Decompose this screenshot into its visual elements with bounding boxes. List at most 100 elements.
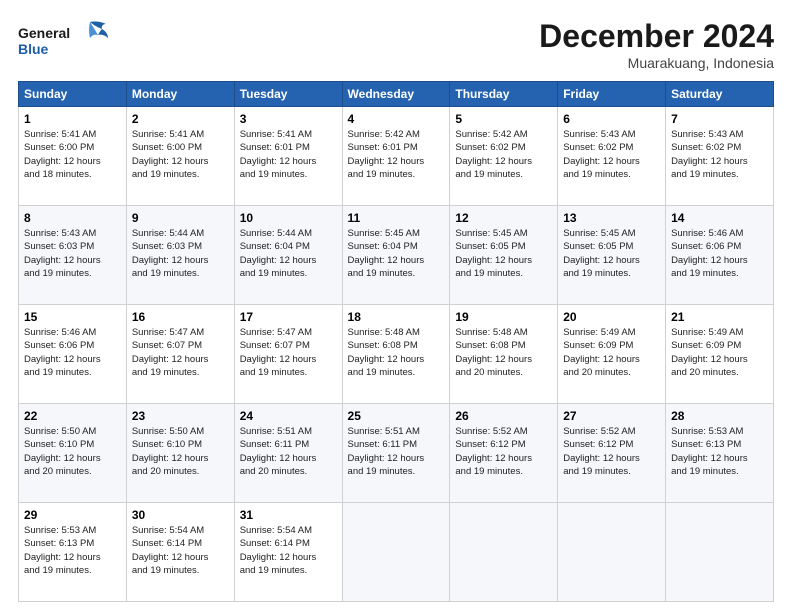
calendar-cell: 17Sunrise: 5:47 AMSunset: 6:07 PMDayligh… xyxy=(234,305,342,404)
day-number: 12 xyxy=(455,210,552,226)
calendar-cell: 31Sunrise: 5:54 AMSunset: 6:14 PMDayligh… xyxy=(234,503,342,602)
day-info: Sunrise: 5:51 AMSunset: 6:11 PMDaylight:… xyxy=(348,425,445,478)
calendar-cell: 2Sunrise: 5:41 AMSunset: 6:00 PMDaylight… xyxy=(126,107,234,206)
calendar-header-saturday: Saturday xyxy=(666,82,774,107)
calendar-cell: 6Sunrise: 5:43 AMSunset: 6:02 PMDaylight… xyxy=(558,107,666,206)
day-info: Sunrise: 5:52 AMSunset: 6:12 PMDaylight:… xyxy=(563,425,660,478)
day-number: 29 xyxy=(24,507,121,523)
day-info: Sunrise: 5:53 AMSunset: 6:13 PMDaylight:… xyxy=(24,524,121,577)
calendar-cell: 23Sunrise: 5:50 AMSunset: 6:10 PMDayligh… xyxy=(126,404,234,503)
day-number: 17 xyxy=(240,309,337,325)
day-info: Sunrise: 5:48 AMSunset: 6:08 PMDaylight:… xyxy=(348,326,445,379)
calendar-cell xyxy=(666,503,774,602)
calendar-cell: 12Sunrise: 5:45 AMSunset: 6:05 PMDayligh… xyxy=(450,206,558,305)
calendar-week-1: 1Sunrise: 5:41 AMSunset: 6:00 PMDaylight… xyxy=(19,107,774,206)
calendar-header-friday: Friday xyxy=(558,82,666,107)
calendar-table: SundayMondayTuesdayWednesdayThursdayFrid… xyxy=(18,81,774,602)
day-number: 19 xyxy=(455,309,552,325)
day-info: Sunrise: 5:49 AMSunset: 6:09 PMDaylight:… xyxy=(671,326,768,379)
calendar-cell: 10Sunrise: 5:44 AMSunset: 6:04 PMDayligh… xyxy=(234,206,342,305)
day-number: 2 xyxy=(132,111,229,127)
day-info: Sunrise: 5:50 AMSunset: 6:10 PMDaylight:… xyxy=(132,425,229,478)
calendar-week-3: 15Sunrise: 5:46 AMSunset: 6:06 PMDayligh… xyxy=(19,305,774,404)
day-info: Sunrise: 5:47 AMSunset: 6:07 PMDaylight:… xyxy=(240,326,337,379)
day-number: 30 xyxy=(132,507,229,523)
day-info: Sunrise: 5:54 AMSunset: 6:14 PMDaylight:… xyxy=(240,524,337,577)
calendar-cell: 13Sunrise: 5:45 AMSunset: 6:05 PMDayligh… xyxy=(558,206,666,305)
calendar-cell: 4Sunrise: 5:42 AMSunset: 6:01 PMDaylight… xyxy=(342,107,450,206)
day-info: Sunrise: 5:52 AMSunset: 6:12 PMDaylight:… xyxy=(455,425,552,478)
calendar-cell: 18Sunrise: 5:48 AMSunset: 6:08 PMDayligh… xyxy=(342,305,450,404)
svg-text:General: General xyxy=(18,25,70,41)
calendar-cell: 5Sunrise: 5:42 AMSunset: 6:02 PMDaylight… xyxy=(450,107,558,206)
calendar-cell: 19Sunrise: 5:48 AMSunset: 6:08 PMDayligh… xyxy=(450,305,558,404)
calendar-header-thursday: Thursday xyxy=(450,82,558,107)
day-number: 1 xyxy=(24,111,121,127)
day-info: Sunrise: 5:46 AMSunset: 6:06 PMDaylight:… xyxy=(671,227,768,280)
day-info: Sunrise: 5:47 AMSunset: 6:07 PMDaylight:… xyxy=(132,326,229,379)
calendar-header-monday: Monday xyxy=(126,82,234,107)
calendar-cell: 11Sunrise: 5:45 AMSunset: 6:04 PMDayligh… xyxy=(342,206,450,305)
day-info: Sunrise: 5:42 AMSunset: 6:01 PMDaylight:… xyxy=(348,128,445,181)
day-number: 15 xyxy=(24,309,121,325)
day-number: 7 xyxy=(671,111,768,127)
day-info: Sunrise: 5:41 AMSunset: 6:01 PMDaylight:… xyxy=(240,128,337,181)
calendar-cell: 8Sunrise: 5:43 AMSunset: 6:03 PMDaylight… xyxy=(19,206,127,305)
day-info: Sunrise: 5:45 AMSunset: 6:05 PMDaylight:… xyxy=(455,227,552,280)
calendar-cell: 22Sunrise: 5:50 AMSunset: 6:10 PMDayligh… xyxy=(19,404,127,503)
calendar-cell xyxy=(450,503,558,602)
calendar-header-wednesday: Wednesday xyxy=(342,82,450,107)
calendar-cell: 27Sunrise: 5:52 AMSunset: 6:12 PMDayligh… xyxy=(558,404,666,503)
calendar-cell: 3Sunrise: 5:41 AMSunset: 6:01 PMDaylight… xyxy=(234,107,342,206)
day-number: 28 xyxy=(671,408,768,424)
calendar-header-row: SundayMondayTuesdayWednesdayThursdayFrid… xyxy=(19,82,774,107)
logo-wordmark: General Blue xyxy=(18,18,118,71)
calendar-header-tuesday: Tuesday xyxy=(234,82,342,107)
day-number: 9 xyxy=(132,210,229,226)
calendar-cell: 16Sunrise: 5:47 AMSunset: 6:07 PMDayligh… xyxy=(126,305,234,404)
day-number: 11 xyxy=(348,210,445,226)
calendar-cell xyxy=(558,503,666,602)
page: General Blue December 2024 Muarakuang, I… xyxy=(0,0,792,612)
calendar-cell: 9Sunrise: 5:44 AMSunset: 6:03 PMDaylight… xyxy=(126,206,234,305)
calendar-cell: 24Sunrise: 5:51 AMSunset: 6:11 PMDayligh… xyxy=(234,404,342,503)
location: Muarakuang, Indonesia xyxy=(539,55,774,71)
header: General Blue December 2024 Muarakuang, I… xyxy=(18,18,774,71)
title-block: December 2024 Muarakuang, Indonesia xyxy=(539,18,774,71)
day-number: 4 xyxy=(348,111,445,127)
day-number: 10 xyxy=(240,210,337,226)
calendar-cell xyxy=(342,503,450,602)
calendar-cell: 20Sunrise: 5:49 AMSunset: 6:09 PMDayligh… xyxy=(558,305,666,404)
logo: General Blue xyxy=(18,18,118,71)
day-info: Sunrise: 5:48 AMSunset: 6:08 PMDaylight:… xyxy=(455,326,552,379)
day-number: 21 xyxy=(671,309,768,325)
day-info: Sunrise: 5:44 AMSunset: 6:04 PMDaylight:… xyxy=(240,227,337,280)
calendar-cell: 14Sunrise: 5:46 AMSunset: 6:06 PMDayligh… xyxy=(666,206,774,305)
day-number: 8 xyxy=(24,210,121,226)
day-number: 23 xyxy=(132,408,229,424)
day-info: Sunrise: 5:43 AMSunset: 6:02 PMDaylight:… xyxy=(671,128,768,181)
day-info: Sunrise: 5:41 AMSunset: 6:00 PMDaylight:… xyxy=(24,128,121,181)
month-title: December 2024 xyxy=(539,18,774,55)
day-info: Sunrise: 5:54 AMSunset: 6:14 PMDaylight:… xyxy=(132,524,229,577)
calendar-cell: 29Sunrise: 5:53 AMSunset: 6:13 PMDayligh… xyxy=(19,503,127,602)
calendar-week-4: 22Sunrise: 5:50 AMSunset: 6:10 PMDayligh… xyxy=(19,404,774,503)
day-info: Sunrise: 5:53 AMSunset: 6:13 PMDaylight:… xyxy=(671,425,768,478)
day-info: Sunrise: 5:43 AMSunset: 6:03 PMDaylight:… xyxy=(24,227,121,280)
calendar-cell: 21Sunrise: 5:49 AMSunset: 6:09 PMDayligh… xyxy=(666,305,774,404)
day-info: Sunrise: 5:44 AMSunset: 6:03 PMDaylight:… xyxy=(132,227,229,280)
calendar-header-sunday: Sunday xyxy=(19,82,127,107)
day-number: 3 xyxy=(240,111,337,127)
day-info: Sunrise: 5:49 AMSunset: 6:09 PMDaylight:… xyxy=(563,326,660,379)
day-number: 27 xyxy=(563,408,660,424)
day-number: 25 xyxy=(348,408,445,424)
day-info: Sunrise: 5:46 AMSunset: 6:06 PMDaylight:… xyxy=(24,326,121,379)
svg-text:Blue: Blue xyxy=(18,41,49,57)
day-number: 16 xyxy=(132,309,229,325)
calendar-week-5: 29Sunrise: 5:53 AMSunset: 6:13 PMDayligh… xyxy=(19,503,774,602)
calendar-cell: 28Sunrise: 5:53 AMSunset: 6:13 PMDayligh… xyxy=(666,404,774,503)
calendar-cell: 7Sunrise: 5:43 AMSunset: 6:02 PMDaylight… xyxy=(666,107,774,206)
day-info: Sunrise: 5:45 AMSunset: 6:04 PMDaylight:… xyxy=(348,227,445,280)
day-info: Sunrise: 5:50 AMSunset: 6:10 PMDaylight:… xyxy=(24,425,121,478)
calendar-cell: 25Sunrise: 5:51 AMSunset: 6:11 PMDayligh… xyxy=(342,404,450,503)
